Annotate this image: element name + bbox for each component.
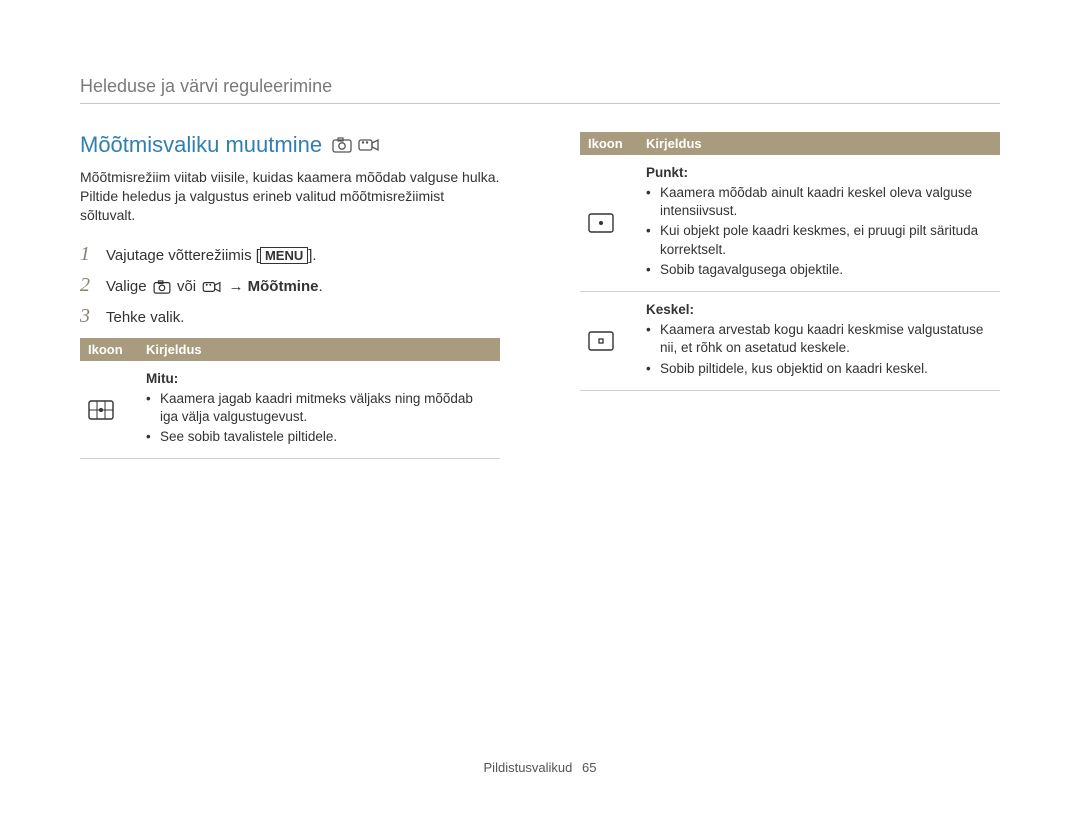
- list-item: Sobib piltidele, kus objektid on kaadri …: [646, 360, 992, 378]
- row-head: Punkt:: [646, 165, 992, 180]
- metering-table-left: Ikoon Kirjeldus: [80, 338, 500, 460]
- table-row: Keskel: Kaamera arvestab kogu kaadri kes…: [580, 292, 1000, 391]
- step-text: Valige või: [106, 278, 323, 295]
- spot-metering-icon: [588, 213, 630, 233]
- th-icon: Ikoon: [80, 338, 138, 361]
- menu-path-target: Mõõtmine: [248, 278, 319, 295]
- step-text: Tehke valik.: [106, 309, 184, 326]
- list-item: Kui objekt pole kaadri keskmes, ei pruug…: [646, 222, 992, 258]
- list-item: Kaamera arvestab kogu kaadri keskmise va…: [646, 321, 992, 357]
- step-number: 3: [80, 305, 96, 328]
- video-camera-icon: [358, 137, 380, 153]
- th-desc: Kirjeldus: [638, 132, 1000, 155]
- multi-metering-icon: [88, 400, 130, 420]
- page-number: 65: [582, 760, 596, 775]
- camera-icon: [332, 137, 352, 153]
- th-desc: Kirjeldus: [138, 338, 500, 361]
- step-1: 1 Vajutage võtterežiimis [MENU].: [80, 243, 500, 266]
- row-head: Mitu:: [146, 371, 492, 386]
- step-3: 3 Tehke valik.: [80, 305, 500, 328]
- page-footer: Pildistusvalikud 65: [0, 760, 1080, 775]
- row-head: Keskel:: [646, 302, 992, 317]
- step-2: 2 Valige või: [80, 274, 500, 297]
- camera-icon: [153, 280, 171, 294]
- list-item: Kaamera mõõdab ainult kaadri keskel olev…: [646, 184, 992, 220]
- footer-section: Pildistusvalikud: [484, 760, 573, 775]
- page-header: Heleduse ja värvi reguleerimine: [80, 76, 1000, 104]
- right-column: Ikoon Kirjeldus: [580, 132, 1000, 459]
- center-metering-icon: [588, 331, 630, 351]
- table-row: Punkt: Kaamera mõõdab ainult kaadri kesk…: [580, 155, 1000, 292]
- list-item: Kaamera jagab kaadri mitmeks väljaks nin…: [146, 390, 492, 426]
- th-icon: Ikoon: [580, 132, 638, 155]
- metering-table-right: Ikoon Kirjeldus: [580, 132, 1000, 391]
- step-number: 2: [80, 274, 96, 297]
- list-item: See sobib tavalistele piltidele.: [146, 428, 492, 446]
- left-column: Mõõtmisvaliku muutmine: [80, 132, 500, 459]
- intro-paragraph: Mõõtmisrežiim viitab viisile, kuidas kaa…: [80, 168, 500, 225]
- video-camera-icon: [202, 280, 222, 294]
- table-row: Mitu: Kaamera jagab kaadri mitmeks välja…: [80, 361, 500, 459]
- section-title-text: Mõõtmisvaliku muutmine: [80, 132, 322, 158]
- menu-button-label: MENU: [260, 247, 308, 264]
- section-title: Mõõtmisvaliku muutmine: [80, 132, 500, 158]
- step-number: 1: [80, 243, 96, 266]
- list-item: Sobib tagavalgusega objektile.: [646, 261, 992, 279]
- step-text: Vajutage võtterežiimis [MENU].: [106, 247, 317, 264]
